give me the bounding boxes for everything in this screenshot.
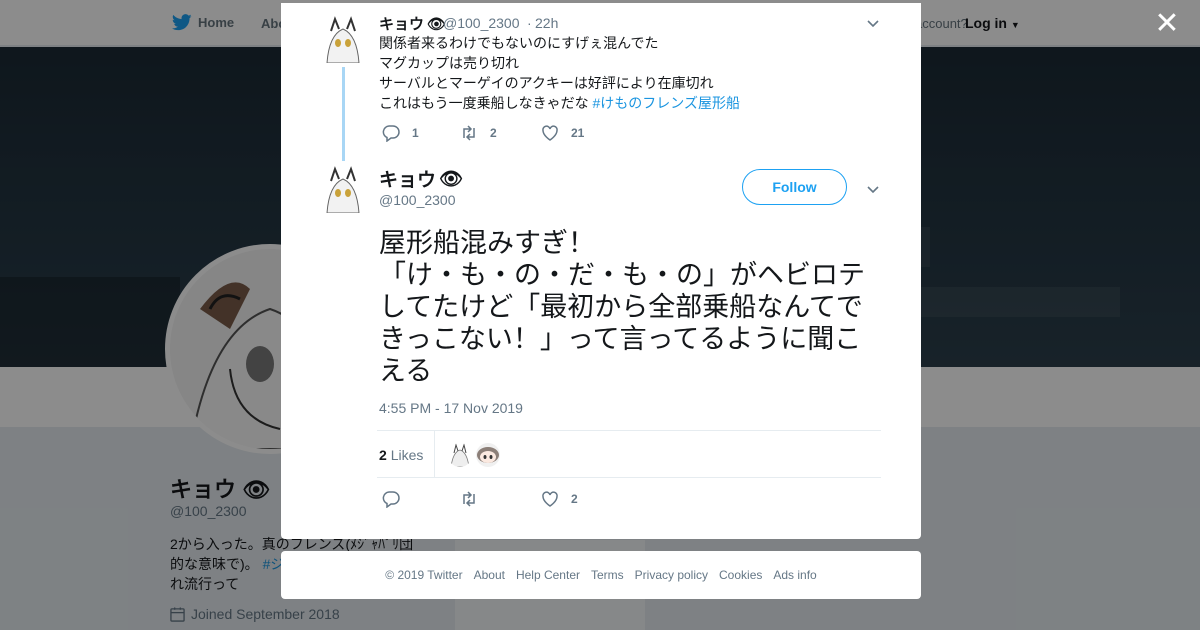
main-tweet-handle[interactable]: @100_2300 (379, 192, 456, 208)
chevron-down-icon[interactable] (865, 15, 881, 31)
footer-copyright: © 2019 Twitter (385, 568, 463, 582)
liker-avatar[interactable] (476, 443, 500, 467)
thread-connector-line (342, 67, 345, 161)
parent-tweet-avatar[interactable] (323, 15, 363, 63)
main-tweet-timestamp[interactable]: 4:55 PM - 17 Nov 2019 (379, 400, 523, 416)
retweet-icon (463, 491, 475, 507)
main-tweet-text: 屋形船混みすぎ！ 「け・も・の・だ・も・の」がヘビロテしてたけど「最初から全部乗… (379, 228, 865, 386)
footer-link-terms[interactable]: Terms (591, 568, 624, 582)
likes-count[interactable]: 2 Likes (379, 447, 423, 463)
chevron-down-icon[interactable] (865, 181, 881, 197)
parent-tweet-separator: · (527, 15, 532, 31)
tweet-hashtag[interactable]: #けものフレンズ屋形船 (592, 95, 740, 111)
tweet-modal: キョウ 👁 @100_2300 · 22h 関係者来るわけでもないのにすげぇ混んで… (281, 3, 921, 539)
reply-icon (382, 125, 400, 142)
parent-reply-action[interactable]: 1 (382, 124, 419, 142)
modal-footer: © 2019 Twitter About Help Center Terms P… (281, 551, 921, 599)
footer-link-help-center[interactable]: Help Center (516, 568, 580, 582)
footer-link-cookies[interactable]: Cookies (719, 568, 762, 582)
close-icon[interactable]: ✕ (1150, 8, 1184, 42)
main-like-action[interactable]: 2 (541, 490, 578, 508)
parent-like-action[interactable]: 21 (541, 124, 584, 142)
heart-icon (542, 491, 558, 507)
heart-icon (542, 125, 558, 141)
main-tweet-avatar[interactable] (323, 165, 363, 213)
parent-tweet-text: 関係者来るわけでもないのにすげぇ混んでた マグカップは売り切れ サーバルとマーゲ… (379, 35, 740, 111)
reply-icon (382, 491, 400, 508)
liker-avatar[interactable] (448, 443, 472, 467)
eye-emoji-icon: 👁 (439, 168, 464, 190)
main-tweet-name[interactable]: キョウ 👁 (379, 165, 463, 192)
main-retweet-action[interactable] (460, 490, 478, 508)
follow-button[interactable]: Follow (742, 169, 847, 205)
footer-link-ads-info[interactable]: Ads info (773, 568, 816, 582)
likes-divider (434, 431, 435, 477)
parent-tweet-name[interactable]: キョウ 👁 (379, 13, 446, 34)
retweet-icon (463, 125, 475, 141)
parent-tweet-time[interactable]: 22h (535, 15, 558, 31)
parent-tweet-handle[interactable]: @100_2300 (443, 15, 520, 31)
footer-link-about[interactable]: About (474, 568, 505, 582)
likes-summary-row: 2 Likes (377, 430, 881, 478)
main-reply-action[interactable] (382, 490, 400, 508)
footer-link-privacy[interactable]: Privacy policy (635, 568, 708, 582)
parent-retweet-action[interactable]: 2 (460, 124, 497, 142)
